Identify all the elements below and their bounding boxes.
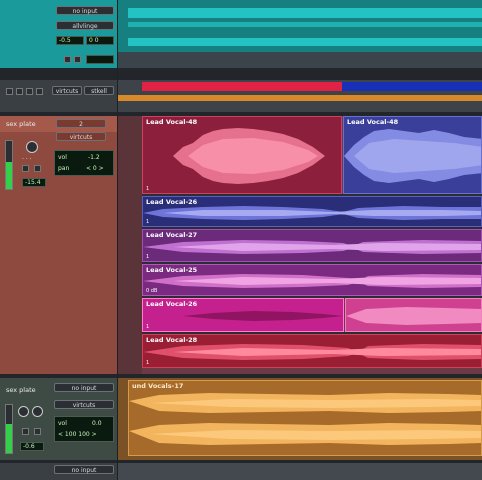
clip-waveform (129, 393, 481, 445)
clip-gain-label: 0 dB (146, 288, 158, 294)
clip-name: Lead Vocal-25 (146, 266, 198, 274)
lead-track-voice-selector[interactable]: virtcuts (56, 132, 106, 141)
track-1-pan-readout[interactable]: 0 0 (86, 36, 114, 45)
clip-und-vocals-17[interactable]: und Vocals-17 (128, 380, 482, 456)
track-4-mute-button[interactable] (34, 428, 41, 435)
lead-vol-label: vol (58, 154, 67, 161)
lead-vol-value[interactable]: -1.2 (88, 154, 100, 161)
lead-pan-mark: · · · (22, 156, 32, 163)
clip-waveform (346, 307, 481, 325)
lead-pan-label: pan (58, 165, 70, 172)
track-5-input-selector[interactable]: no input (54, 465, 114, 474)
clip-name: Lead Vocal-26 (146, 300, 198, 308)
clip-lead-vocal-27[interactable]: Lead Vocal-27 1 (142, 229, 482, 262)
lead-track-name[interactable]: sex plate (6, 120, 36, 128)
track-4-vol-label: vol (58, 420, 67, 427)
lead-solo-button[interactable] (22, 165, 29, 172)
clip-number: 1 (146, 219, 150, 225)
track-1-meter-readout (86, 55, 114, 64)
clip-waveform (173, 128, 325, 184)
track-2-voice-selector[interactable]: virtcuts (52, 86, 82, 95)
clip-lead-vocal-48-b[interactable]: Lead Vocal-48 (343, 116, 482, 194)
lead-pan-knob[interactable] (26, 141, 38, 153)
clip-name: Lead Vocal-27 (146, 231, 198, 239)
track-4-pan-knob-right[interactable] (32, 406, 43, 417)
playhead-strip-red (142, 82, 342, 91)
clip-name: Lead Vocal-28 (146, 336, 198, 344)
clip-waveform (344, 129, 481, 183)
clip-lead-vocal-28[interactable]: Lead Vocal-28 1 (142, 334, 482, 368)
clip-lead-vocal-26-a[interactable]: Lead Vocal-26 1 (142, 196, 482, 227)
track-divider (0, 68, 482, 80)
lead-mute-button[interactable] (34, 165, 41, 172)
lead-pan-value[interactable]: < 0 > (86, 165, 104, 172)
track-4-solo-button[interactable] (22, 428, 29, 435)
clip-name: und Vocals-17 (132, 382, 184, 390)
track-1-solo-button[interactable] (64, 56, 71, 63)
clip-number: 1 (146, 360, 150, 366)
track-1-waveform-bottom (128, 38, 482, 46)
track-1-input-selector[interactable]: no input (56, 6, 114, 15)
track-1-waveform-mid (128, 22, 482, 27)
track-4-vol-value[interactable]: 0.0 (92, 420, 102, 427)
clip-lead-vocal-26-b[interactable]: Lead Vocal-26 1 (142, 298, 344, 332)
track-2-solo-button[interactable] (26, 88, 33, 95)
left-lane-gutter (118, 116, 142, 374)
track-1-waveform-top (128, 8, 482, 18)
track-4-level-meter (6, 424, 12, 453)
track-4-fader-readout[interactable]: -0.6 (20, 442, 44, 451)
lead-track-number[interactable]: 2 (56, 119, 106, 128)
clip-name: Lead Vocal-26 (146, 198, 198, 206)
track-2-mode-selector[interactable]: stkell (84, 86, 114, 95)
clip-number: 1 (146, 186, 150, 192)
lead-fader-readout[interactable]: -15.4 (22, 178, 46, 187)
track-4-input-selector[interactable]: no input (54, 383, 114, 392)
lead-level-meter (6, 162, 12, 189)
clip-lead-vocal-48-a[interactable]: Lead Vocal-48 1 (142, 116, 342, 194)
clip-name: Lead Vocal-48 (347, 118, 399, 126)
track-1-voice-selector[interactable]: allvlinge (56, 21, 114, 30)
track-4-pan-knob-left[interactable] (18, 406, 29, 417)
track-1-lane-dark (118, 52, 482, 68)
clip-name: Lead Vocal-48 (146, 118, 198, 126)
clip-number: 1 (146, 324, 150, 330)
track-5-lane[interactable] (118, 463, 482, 480)
track-2-orange-bar (118, 95, 482, 101)
track-2-mute-button[interactable] (36, 88, 43, 95)
clip-lead-vocal-25[interactable]: Lead Vocal-25 0 dB (142, 264, 482, 296)
playhead-strip-blue (342, 82, 482, 91)
track-4-name[interactable]: sex plate (6, 386, 36, 394)
track-4-pan-value[interactable]: < 100 100 > (58, 431, 97, 438)
track-2-record-button[interactable] (6, 88, 13, 95)
track-1-mute-button[interactable] (74, 56, 81, 63)
track-2-input-monitor-button[interactable] (16, 88, 23, 95)
track-4-voice-selector[interactable]: virtcuts (54, 400, 114, 409)
clip-lead-vocal-26-c[interactable] (345, 298, 482, 332)
clip-number: 1 (146, 254, 150, 260)
track-1-volume-readout[interactable]: -0.5 (56, 36, 84, 45)
